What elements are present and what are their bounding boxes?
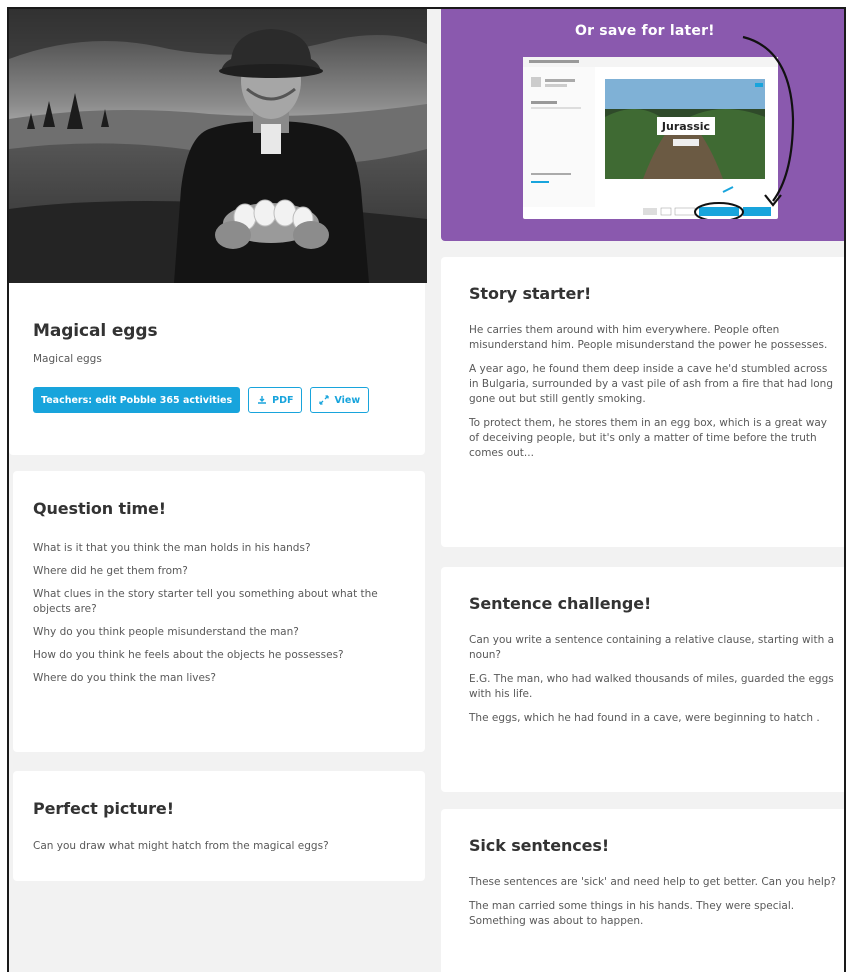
activity-photo	[9, 9, 427, 283]
story-starter-title: Story starter!	[469, 284, 592, 303]
question-item: How do you think he feels about the obje…	[33, 649, 344, 661]
activity-title: Magical eggs	[33, 321, 158, 341]
challenge-paragraph: The eggs, which he had found in a cave, …	[469, 712, 820, 724]
perfect-picture-title: Perfect picture!	[33, 799, 174, 818]
activity-title-card: Magical eggs Magical eggs Teachers: edit…	[9, 283, 425, 455]
story-paragraph: To protect them, he stores them in an eg…	[469, 417, 827, 459]
story-starter-text: He carries them around with him everywhe…	[469, 323, 839, 470]
teachers-edit-button[interactable]: Teachers: edit Pobble 365 activities	[33, 387, 241, 413]
sick-sentences-card: Sick sentences! These sentences are 'sic…	[441, 809, 844, 972]
story-paragraph: He carries them around with him everywhe…	[469, 324, 828, 351]
view-button[interactable]: View	[310, 387, 370, 413]
perfect-picture-text: Can you draw what might hatch from the m…	[33, 840, 329, 852]
view-button-label: View	[334, 394, 361, 406]
sick-paragraph: The man carried some things in his hands…	[469, 900, 795, 927]
story-starter-card: Story starter! He carries them around wi…	[441, 257, 844, 547]
save-for-later-promo: Or save for later! Jurassic	[441, 9, 844, 241]
story-paragraph: A year ago, he found them deep inside a …	[469, 363, 834, 405]
man-holding-eggs-image	[9, 9, 427, 283]
sentence-challenge-card: Sentence challenge! Can you write a sent…	[441, 567, 844, 792]
pdf-button[interactable]: PDF	[248, 387, 303, 413]
question-time-card: Question time! What is it that you think…	[13, 471, 425, 752]
curved-arrow-icon	[742, 35, 795, 207]
download-icon	[258, 396, 267, 404]
sick-sentences-title: Sick sentences!	[469, 836, 610, 855]
question-item: Where do you think the man lives?	[33, 672, 216, 684]
sick-sentences-text: These sentences are 'sick' and need help…	[469, 875, 839, 938]
question-item: Why do you think people misunderstand th…	[33, 626, 299, 638]
question-item: Where did he get them from?	[33, 565, 188, 577]
activity-subtitle: Magical eggs	[33, 353, 102, 365]
sick-paragraph: These sentences are 'sick' and need help…	[469, 876, 836, 888]
challenge-paragraph: E.G. The man, who had walked thousands o…	[469, 673, 834, 700]
question-time-title: Question time!	[33, 499, 167, 518]
pdf-button-label: PDF	[272, 394, 294, 406]
challenge-paragraph: Can you write a sentence containing a re…	[469, 634, 835, 661]
perfect-picture-card: Perfect picture! Can you draw what might…	[13, 771, 425, 881]
question-list: What is it that you think the man holds …	[33, 541, 403, 694]
question-item: What clues in the story starter tell you…	[33, 588, 378, 615]
page-frame: Magical eggs Magical eggs Teachers: edit…	[7, 7, 846, 972]
sentence-challenge-text: Can you write a sentence containing a re…	[469, 633, 839, 735]
activity-actions: Teachers: edit Pobble 365 activities PDF…	[33, 387, 370, 413]
expand-icon	[319, 395, 330, 405]
sentence-challenge-title: Sentence challenge!	[469, 594, 652, 613]
question-item: What is it that you think the man holds …	[33, 542, 311, 554]
